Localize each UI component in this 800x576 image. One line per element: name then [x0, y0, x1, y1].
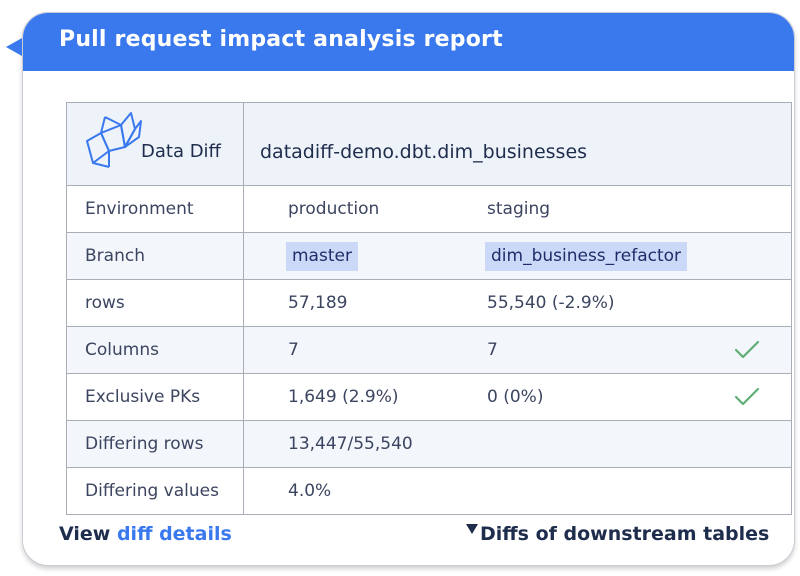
- speech-bubble-tail: [6, 38, 22, 56]
- production-value: 57,189: [288, 293, 348, 313]
- staging-value: 0 (0%): [487, 387, 544, 407]
- production-value: 13,447/55,540: [288, 434, 413, 454]
- row-label: Differing rows: [66, 420, 244, 468]
- downstream-label: Diffs of downstream tables: [480, 523, 770, 545]
- diff-details-link[interactable]: diff details: [117, 523, 232, 545]
- logo-text: Data Diff: [141, 141, 221, 162]
- page-title: Pull request impact analysis report: [59, 27, 503, 52]
- view-prefix: View: [59, 523, 111, 545]
- table-row: Exclusive PKs 1,649 (2.9%) 0 (0%): [66, 373, 792, 421]
- row-label: Branch: [66, 232, 244, 280]
- row-label: Environment: [66, 185, 244, 233]
- table-row: Columns 7 7: [66, 326, 792, 374]
- table-row: Branch master dim_business_refactor: [66, 232, 792, 280]
- production-value: 7: [288, 340, 299, 360]
- table-row: Differing values 4.0%: [66, 467, 792, 515]
- triangle-down-icon: [466, 524, 478, 534]
- row-label: Exclusive PKs: [66, 373, 244, 421]
- row-label: Columns: [66, 326, 244, 374]
- view-diff-details: View diff details: [59, 523, 232, 545]
- branch-chip-production: master: [286, 242, 358, 271]
- staging-value: 7: [487, 340, 498, 360]
- report-header: Pull request impact analysis report: [23, 13, 794, 71]
- table-header-row: Data Diff datadiff-demo.dbt.dim_business…: [66, 102, 792, 186]
- staging-value: staging: [487, 199, 551, 219]
- row-label: Differing values: [66, 467, 244, 515]
- check-icon: [734, 340, 760, 359]
- production-value: production: [288, 199, 380, 219]
- downstream-diffs-toggle[interactable]: Diffs of downstream tables: [466, 523, 769, 545]
- production-value: 1,649 (2.9%): [288, 387, 399, 407]
- row-label: rows: [66, 279, 244, 327]
- staging-value: 55,540 (-2.9%): [487, 293, 615, 313]
- report-card: Pull request impact analysis report Data…: [22, 12, 795, 566]
- table-row: rows 57,189 55,540 (-2.9%): [66, 279, 792, 327]
- check-icon: [734, 387, 760, 406]
- logo-cell: Data Diff: [66, 102, 244, 186]
- table-row: Differing rows 13,447/55,540: [66, 420, 792, 468]
- table-name: datadiff-demo.dbt.dim_businesses: [260, 141, 588, 163]
- production-value: 4.0%: [288, 481, 332, 501]
- table-name-cell: datadiff-demo.dbt.dim_businesses: [243, 102, 792, 186]
- origami-bird-icon: [86, 112, 142, 168]
- table-row: Environment production staging: [66, 185, 792, 233]
- diff-table: Data Diff datadiff-demo.dbt.dim_business…: [66, 102, 792, 515]
- branch-chip-staging: dim_business_refactor: [485, 242, 688, 271]
